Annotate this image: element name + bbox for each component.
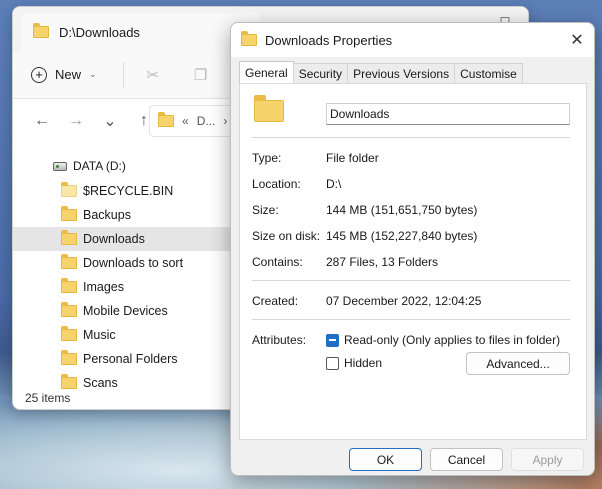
explorer-tab[interactable]: D:\Downloads <box>21 13 261 51</box>
created-label: Created: <box>252 294 299 308</box>
created-value: 07 December 2022, 12:04:25 <box>326 294 482 308</box>
new-button-label: New <box>55 67 82 82</box>
folder-icon <box>33 23 49 38</box>
checkbox-icon <box>326 356 339 370</box>
tree-item-label: Personal Folders <box>83 352 178 366</box>
contains-value: 287 Files, 13 Folders <box>326 255 439 269</box>
size-on-disk-row: Size on disk: 145 MB (152,227,840 bytes) <box>252 229 582 243</box>
folder-icon <box>61 230 77 245</box>
chevron-right-icon: › <box>223 114 228 128</box>
tree-item-label: $RECYCLE.BIN <box>83 184 174 198</box>
tab-general[interactable]: General <box>239 61 294 83</box>
readonly-checkbox[interactable]: Read-only (Only applies to files in fold… <box>326 333 560 347</box>
cancel-button[interactable]: Cancel <box>430 448 503 471</box>
ok-button[interactable]: OK <box>349 448 422 471</box>
general-tab-panel: Downloads Type: File folder Location: D:… <box>239 83 587 440</box>
folder-icon <box>61 182 77 197</box>
location-label: Location: <box>252 177 301 191</box>
folder-icon <box>61 302 77 317</box>
tab-previous-versions[interactable]: Previous Versions <box>347 63 456 83</box>
tree-item-label: Downloads <box>83 232 145 246</box>
advanced-button[interactable]: Advanced... <box>466 352 570 375</box>
new-button[interactable]: + New ⌄ <box>31 66 97 83</box>
divider <box>252 319 570 320</box>
created-row: Created: 07 December 2022, 12:04:25 <box>252 294 582 308</box>
folder-icon <box>158 112 174 127</box>
folder-icon <box>61 254 77 269</box>
type-row: Type: File folder <box>252 151 582 165</box>
dialog-titlebar: Downloads Properties <box>231 23 594 57</box>
tree-item-label: Backups <box>83 208 131 222</box>
folder-name-field[interactable]: Downloads <box>326 103 570 125</box>
address-ellipsis: « <box>182 114 189 128</box>
hidden-label: Hidden <box>344 356 383 370</box>
recent-locations-chevron-icon[interactable]: ⌄ <box>93 111 127 131</box>
folder-icon <box>61 206 77 221</box>
size-on-disk-label: Size on disk: <box>252 229 321 243</box>
drive-label: DATA (D:) <box>73 159 126 173</box>
size-on-disk-value: 145 MB (152,227,840 bytes) <box>326 229 478 243</box>
attributes-label: Attributes: <box>252 333 307 347</box>
tree-item-label: Music <box>83 328 116 342</box>
tab-customise[interactable]: Customise <box>454 63 523 83</box>
contains-label: Contains: <box>252 255 303 269</box>
chevron-down-icon: ⌄ <box>89 69 97 79</box>
hidden-checkbox[interactable]: Hidden <box>326 356 382 370</box>
tree-item-label: Scans <box>83 376 118 390</box>
plus-icon: + <box>31 66 47 83</box>
properties-dialog: Downloads Properties ✕ General Security … <box>230 22 595 476</box>
location-row: Location: D:\ <box>252 177 582 191</box>
folder-icon <box>241 31 257 46</box>
close-icon[interactable]: ✕ <box>560 23 594 57</box>
address-crumb: D... <box>196 114 216 128</box>
size-label: Size: <box>252 203 279 217</box>
tree-item-label: Mobile Devices <box>83 304 168 318</box>
divider <box>252 137 570 138</box>
dialog-tabs: General Security Previous Versions Custo… <box>239 61 523 83</box>
cut-icon[interactable]: ✂ <box>138 60 168 90</box>
drive-icon <box>53 161 67 171</box>
type-value: File folder <box>326 151 379 165</box>
apply-button[interactable]: Apply <box>511 448 584 471</box>
toolbar-divider <box>122 61 124 88</box>
indeterminate-checkbox-icon <box>326 333 339 347</box>
location-value: D:\ <box>326 177 342 191</box>
copy-icon[interactable]: ❐ <box>186 60 216 90</box>
folder-icon <box>61 326 77 341</box>
back-arrow-icon[interactable]: ← <box>25 112 59 130</box>
size-row: Size: 144 MB (151,651,750 bytes) <box>252 203 582 217</box>
folder-icon <box>61 278 77 293</box>
large-folder-icon <box>254 95 284 122</box>
dialog-title: Downloads Properties <box>265 32 393 48</box>
status-bar-item-count: 25 items <box>25 391 71 405</box>
explorer-tab-title: D:\Downloads <box>59 24 140 40</box>
forward-arrow-icon[interactable]: → <box>59 112 93 130</box>
size-value: 144 MB (151,651,750 bytes) <box>326 203 478 217</box>
tab-security[interactable]: Security <box>292 63 349 83</box>
contains-row: Contains: 287 Files, 13 Folders <box>252 255 582 269</box>
drive-item[interactable]: DATA (D:) <box>53 159 126 173</box>
readonly-label: Read-only (Only applies to files in fold… <box>344 333 561 347</box>
divider <box>252 280 570 281</box>
type-label: Type: <box>252 151 282 165</box>
tree-item-label: Downloads to sort <box>83 256 184 270</box>
folder-icon <box>61 374 77 389</box>
folder-icon <box>61 350 77 365</box>
tree-item-label: Images <box>83 280 124 294</box>
